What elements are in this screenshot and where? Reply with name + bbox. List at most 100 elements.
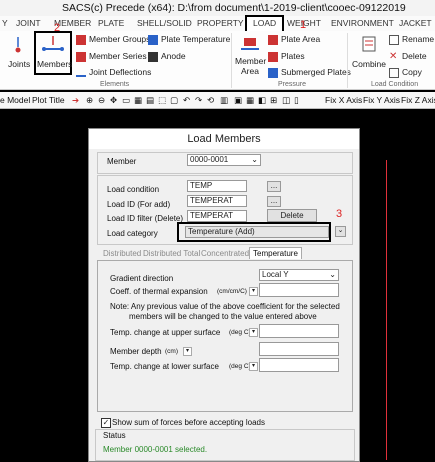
arrow-icon[interactable]: ➔	[72, 95, 79, 106]
load-members-dialog: Load Members Member 0000-0001 ⌄ Load con…	[88, 128, 360, 462]
member-depth-unit: (cm)	[165, 348, 178, 355]
copy-button[interactable]: Copy	[389, 67, 422, 78]
load-id-filter-label: Load ID filter (Delete)	[107, 214, 184, 223]
delete-button[interactable]: ✕ Delete	[389, 51, 427, 62]
rename-button[interactable]: Rename	[389, 34, 434, 45]
grid-icon[interactable]: ▦	[134, 95, 142, 106]
load-id-add-label: Load ID (For add)	[107, 200, 171, 209]
load-category-dropdown-button[interactable]: ⌄	[335, 226, 346, 237]
window-title: SACS(c) Precede (x64): D:\from document\…	[62, 2, 406, 14]
plate-area-button[interactable]: Plate Area	[268, 34, 320, 45]
note-line-2: members will be changed to the value ent…	[129, 312, 317, 321]
tab-shell-solid[interactable]: SHELL/SOLID	[137, 17, 192, 30]
zoom-icon[interactable]: ⊕	[86, 95, 93, 106]
elements-group-label: Elements	[100, 81, 130, 88]
tab-jacket[interactable]: JACKET	[399, 17, 432, 30]
copy-icon	[389, 67, 399, 78]
fit-icon[interactable]: ▭	[122, 95, 130, 106]
select-icon[interactable]: ⬚	[158, 95, 166, 106]
temp-upper-unit-dropdown[interactable]: ▾	[249, 328, 258, 337]
toolbar: e Model Plot Title ➔ ⊕ ⊖ ✥ ▭ ▦ ▤ ⬚ ▢ ↶ ↷…	[0, 92, 435, 109]
member-select[interactable]: 0000-0001 ⌄	[187, 154, 261, 166]
member-series-button[interactable]: Member Series	[76, 51, 147, 62]
anode-button[interactable]: Anode	[148, 51, 186, 62]
show-sum-label: Show sum of forces before accepting load…	[112, 418, 265, 427]
combine-button[interactable]: Combine	[351, 35, 387, 79]
tab-temperature[interactable]: Temperature	[249, 247, 302, 259]
joints-icon	[15, 37, 21, 53]
box-view-icon[interactable]: ◫	[282, 95, 290, 106]
axes-icon[interactable]: ⊞	[270, 95, 277, 106]
tab-environment[interactable]: ENVIRONMENT	[331, 17, 394, 30]
annotation-1: 1	[300, 19, 307, 31]
load-condition-label: Load condition	[107, 185, 160, 194]
load-id-add-field[interactable]: TEMPERAT	[187, 195, 247, 207]
plate-area-icon	[268, 34, 278, 45]
undo-icon[interactable]: ↶	[183, 95, 190, 106]
tab-plate[interactable]: PLATE	[98, 17, 124, 30]
model-member-line[interactable]	[386, 160, 387, 460]
temp-upper-field[interactable]	[259, 324, 339, 338]
delete-load-button[interactable]: Delete	[267, 209, 317, 222]
load-id-filter-field[interactable]: TEMPERAT	[187, 210, 247, 222]
tab-distributed[interactable]: Distributed	[103, 248, 141, 259]
rotate-icon[interactable]: ⟲	[207, 95, 214, 106]
member-area-icon	[241, 38, 259, 50]
temp-lower-unit-dropdown[interactable]: ▾	[249, 362, 258, 371]
plot-title-button[interactable]: Plot Title	[32, 95, 65, 105]
tab-property[interactable]: PROPERTY	[197, 17, 244, 30]
load-condition-field[interactable]: TEMP	[187, 180, 247, 192]
load-condition-browse-button[interactable]: ...	[267, 181, 281, 192]
load-id-browse-button[interactable]: ...	[267, 196, 281, 207]
tab-distributed-total[interactable]: Distributed Total	[143, 248, 200, 259]
separator	[231, 33, 232, 88]
plate-temperature-button[interactable]: Plate Temperature	[148, 34, 230, 45]
combine-icon	[362, 36, 376, 52]
member-groups-button[interactable]: Member Groups	[76, 34, 150, 45]
plates-icon	[268, 51, 278, 62]
coeff-field[interactable]	[259, 283, 339, 297]
tab-concentrated[interactable]: Concentrated	[201, 248, 249, 259]
redo-icon[interactable]: ↷	[195, 95, 202, 106]
joint-deflections-icon	[76, 69, 86, 77]
layers-icon[interactable]: ▥	[220, 95, 228, 106]
joint-deflections-button[interactable]: Joint Deflections	[76, 67, 151, 77]
view-3d-icon[interactable]: ▣	[234, 95, 242, 106]
fix-z-axis-button[interactable]: Fix Z Axis	[401, 95, 435, 105]
chevron-down-icon: ⌄	[329, 270, 336, 279]
tab-joint[interactable]: JOINT	[16, 17, 41, 30]
rename-icon	[389, 34, 399, 45]
status-label: Status	[103, 431, 126, 440]
line-model-button[interactable]: e Model	[0, 95, 30, 105]
box-icon[interactable]: ▢	[170, 95, 178, 106]
member-area-button[interactable]: Member Area	[233, 35, 267, 79]
combine-label: Combine	[352, 59, 387, 69]
members-label: Members	[37, 59, 73, 69]
frame-icon[interactable]: ▯	[294, 95, 299, 106]
view-icon[interactable]: ▤	[146, 95, 154, 106]
joints-button[interactable]: Joints	[4, 35, 32, 75]
coeff-unit-dropdown[interactable]: ▾	[249, 287, 258, 296]
annotation-3: 3	[336, 208, 343, 220]
plane-icon[interactable]: ◧	[258, 95, 266, 106]
status-text: Member 0000-0001 selected.	[103, 445, 208, 454]
member-depth-field[interactable]	[259, 342, 339, 356]
submerged-plates-button[interactable]: Submerged Plates	[268, 67, 351, 78]
tab-y[interactable]: Y	[2, 17, 8, 30]
members-button[interactable]: Members	[34, 31, 72, 75]
gradient-direction-select[interactable]: Local Y ⌄	[259, 269, 339, 281]
load-category-select[interactable]: Temperature (Add)	[185, 226, 329, 238]
plates-button[interactable]: Plates	[268, 51, 305, 62]
temp-lower-field[interactable]	[259, 358, 339, 372]
plate-temperature-icon	[148, 34, 158, 45]
chevron-down-icon: ⌄	[251, 155, 258, 164]
fix-y-axis-button[interactable]: Fix Y Axis	[363, 95, 400, 105]
member-depth-unit-dropdown[interactable]: ▾	[183, 347, 192, 356]
zoom-out-icon[interactable]: ⊖	[98, 95, 105, 106]
delete-icon: ✕	[389, 50, 398, 62]
member-label: Member	[107, 157, 137, 166]
fix-x-axis-button[interactable]: Fix X Axis	[325, 95, 362, 105]
pan-icon[interactable]: ✥	[110, 95, 117, 106]
section-icon[interactable]: ▦	[246, 95, 254, 106]
show-sum-checkbox[interactable]: ✓	[101, 418, 111, 428]
